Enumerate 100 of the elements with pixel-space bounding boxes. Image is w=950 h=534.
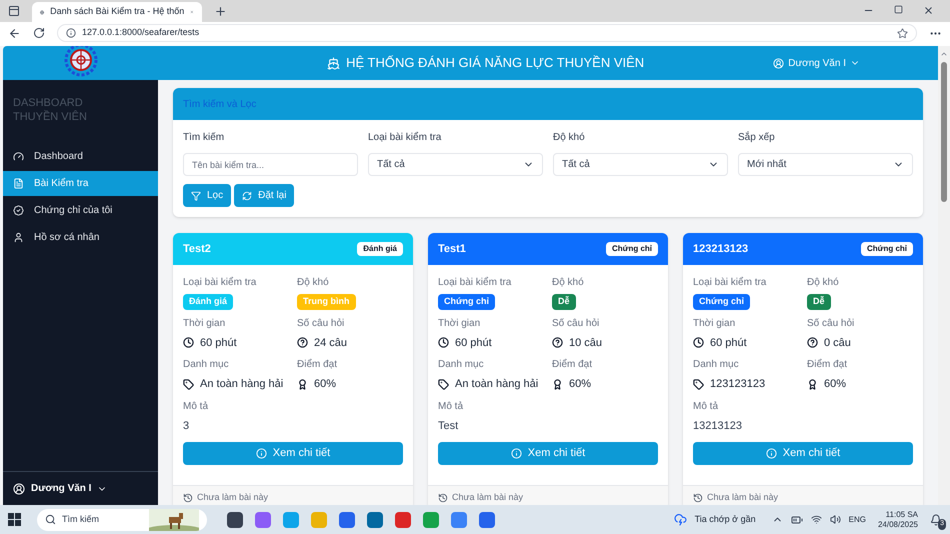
field-value: An toàn hàng hải <box>455 377 538 392</box>
weather-icon <box>674 513 687 526</box>
app-title: HỆ THỐNG ĐÁNH GIÁ NĂNG LỰC THUYỀN VIÊN <box>346 54 644 72</box>
field-label: Loại bài kiểm tra <box>368 130 442 145</box>
app-icon[interactable] <box>395 512 411 528</box>
field-value: 60% <box>314 377 336 392</box>
question-icon <box>807 337 818 348</box>
panel-title: Tìm kiếm và Lọc <box>183 98 256 112</box>
app-icon[interactable] <box>479 512 495 528</box>
browser-tab[interactable]: Danh sách Bài Kiểm tra - Hệ thốn <box>32 2 202 22</box>
tag-icon <box>183 378 194 390</box>
info-icon <box>510 448 522 459</box>
history-icon <box>693 492 703 502</box>
badge: Dễ <box>807 294 831 310</box>
field-label: Số câu hỏi <box>552 316 600 330</box>
field-label: Số câu hỏi <box>807 316 856 330</box>
sidebar-item[interactable]: Dashboard <box>3 144 158 169</box>
language-indicator[interactable]: ENG <box>848 514 866 526</box>
new-tab-icon[interactable] <box>214 5 227 18</box>
app-icon[interactable] <box>339 512 355 528</box>
scrollbar[interactable] <box>938 46 950 505</box>
scroll-up-icon[interactable] <box>940 50 948 58</box>
star-icon[interactable] <box>897 28 908 38</box>
field-label: Điểm đạt <box>297 358 338 372</box>
select-field[interactable]: Tất cả <box>368 153 543 176</box>
field-label: Điểm đạt <box>552 358 594 372</box>
field-label: Loại bài kiểm tra <box>183 276 258 290</box>
taskbar-search[interactable]: Tìm kiếm <box>37 508 207 530</box>
field-value: 24 câu <box>314 336 348 350</box>
description-text: Test <box>438 418 460 434</box>
field-value: 123123123 <box>710 377 766 392</box>
close-icon[interactable] <box>923 5 934 16</box>
field-label: Mô tả <box>183 400 210 414</box>
medal-icon <box>297 378 308 390</box>
user-menu[interactable]: Dương Văn I <box>13 481 108 496</box>
document-icon <box>13 178 24 189</box>
field-label: Số câu hỏi <box>297 316 346 330</box>
back-icon[interactable] <box>8 26 21 40</box>
filter-icon <box>191 190 201 200</box>
badge: Chứng chỉ <box>438 294 496 310</box>
user-icon <box>773 58 784 68</box>
card-title: 123213123 <box>693 242 748 257</box>
tag: Chứng chỉ <box>606 242 658 256</box>
field-label: Loại bài kiểm tra <box>693 276 768 290</box>
badge: Đánh giá <box>183 294 234 310</box>
medal-icon <box>552 378 563 390</box>
user-icon <box>13 232 24 243</box>
maximize-icon[interactable] <box>894 5 903 14</box>
ship-icon <box>327 56 340 70</box>
field-label: Thời gian <box>438 316 482 330</box>
clock[interactable]: 11:05 SA 24/08/2025 <box>878 510 918 530</box>
card-title: Test1 <box>438 242 466 257</box>
tab-strip-icon[interactable] <box>8 5 20 17</box>
refresh-icon <box>242 190 252 200</box>
status-text: Chưa làm bài này <box>707 490 778 504</box>
field-value: 60 phút <box>455 336 492 350</box>
field-label: Độ khó <box>297 276 330 290</box>
badge: Trung bình <box>297 294 356 310</box>
medal-icon <box>807 378 818 390</box>
field-label: Mô tả <box>693 400 720 414</box>
select-field[interactable]: Tất cả <box>553 153 728 176</box>
field-label: Danh mục <box>183 358 230 372</box>
volume-icon[interactable] <box>830 514 841 525</box>
app-icon[interactable] <box>227 512 243 528</box>
search-field[interactable]: Tên bài kiểm tra... <box>183 153 358 176</box>
field-label: Sắp xếp <box>738 130 776 145</box>
field-value: An toàn hàng hải <box>200 377 284 392</box>
address-bar[interactable]: 127.0.0.1:8000/seafarer/tests <box>57 24 917 42</box>
weather-text: Tia chớp ở gần <box>694 512 756 526</box>
select-field[interactable]: Mới nhất <box>738 153 913 176</box>
clock-icon <box>693 337 704 348</box>
description-text: 13213123 <box>693 418 743 434</box>
field-label: Độ khó <box>552 276 585 290</box>
search-icon <box>45 514 56 525</box>
field-label: Thời gian <box>693 316 736 330</box>
history-icon <box>183 492 193 502</box>
field-label: Tìm kiếm <box>183 131 226 145</box>
question-icon <box>297 337 308 348</box>
battery-icon[interactable] <box>790 514 803 526</box>
field-label: Độ khó <box>807 276 840 290</box>
question-icon <box>552 337 563 348</box>
badge-icon <box>13 205 24 216</box>
field-label: Danh mục <box>693 358 740 372</box>
description-text: 3 <box>183 418 190 434</box>
tag-icon <box>693 378 704 390</box>
reload-icon[interactable] <box>33 27 45 39</box>
field-value: 60% <box>824 377 846 392</box>
app-icon[interactable] <box>367 512 383 528</box>
field-label: Độ khó <box>553 131 586 145</box>
field-label: Danh mục <box>438 358 485 372</box>
badge: Chứng chỉ <box>693 294 750 310</box>
field-label: Loại bài kiểm tra <box>438 276 512 290</box>
field-label: Thời gian <box>183 316 226 330</box>
windows-icon[interactable] <box>8 513 21 526</box>
card-title: Test2 <box>183 242 211 257</box>
field-value: 60% <box>569 377 592 392</box>
sidebar-item[interactable]: Chứng chỉ của tôi <box>3 198 158 223</box>
field-value: 60 phút <box>710 336 747 350</box>
sidebar-item[interactable]: Hồ sơ cá nhân <box>3 225 158 250</box>
wifi-icon[interactable] <box>810 514 822 525</box>
